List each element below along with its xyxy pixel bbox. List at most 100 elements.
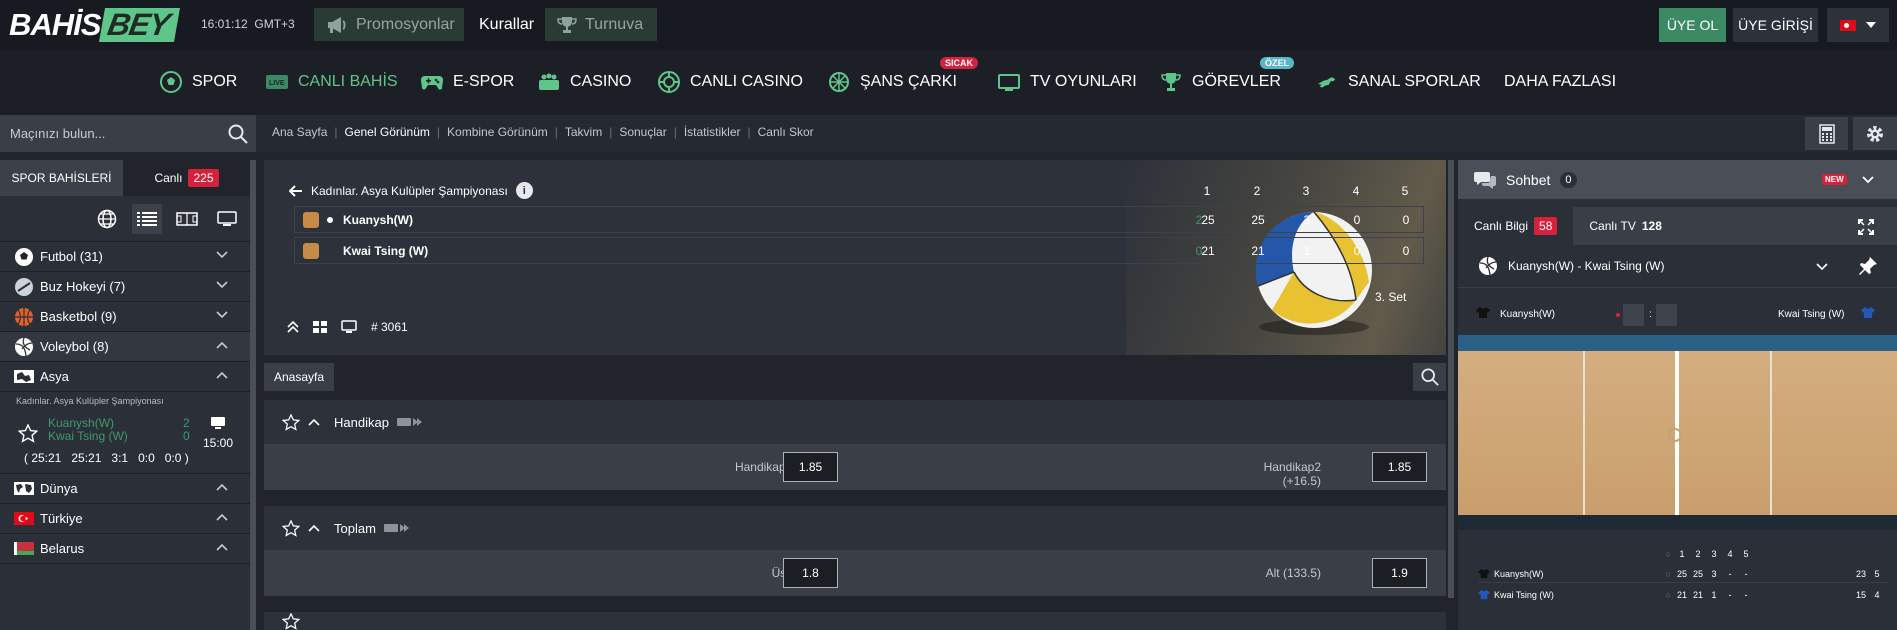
view-field-button[interactable]	[172, 204, 202, 234]
breadcrumb: Ana Sayfa | Genel Görünüm | Kombine Görünü…	[272, 125, 814, 139]
view-globe-button[interactable]	[92, 204, 122, 234]
right-panel: Sohbet 0 NEW Canlı Bilgi 58 Canlı TV 128 K…	[1458, 160, 1897, 630]
region-dunya[interactable]: Dünya	[0, 474, 250, 504]
search-input[interactable]: Maçınızı bulun...	[0, 115, 256, 152]
nav-label: CANLI CASINO	[690, 73, 803, 90]
crumb-canli-skor[interactable]: Canlı Skor	[758, 125, 814, 139]
pin-icon[interactable]	[1858, 256, 1878, 276]
team2-set1: 21	[1201, 243, 1215, 258]
sport-buz-hokeyi[interactable]: Buz Hokeyi (7)	[0, 272, 250, 302]
sport-voleybol[interactable]: Voleybol (8)	[0, 332, 250, 362]
set-header: 4	[1352, 184, 1360, 198]
nav-e-spor[interactable]: E-SPOR	[421, 70, 514, 94]
nav-daha-fazlasi[interactable]: DAHA FAZLASI	[1504, 70, 1616, 94]
sidebar-match[interactable]: Kuanysh(W) Kwai Tsing (W) 2 0 15:00 ( 25…	[0, 412, 250, 474]
center-scrollbar[interactable]	[1448, 160, 1454, 598]
star-icon[interactable]	[18, 424, 38, 443]
tv-icon[interactable]	[210, 416, 226, 430]
new-badge: NEW	[1822, 174, 1847, 185]
view-tv-button[interactable]	[212, 204, 242, 234]
sport-label: Futbol (31)	[40, 249, 103, 264]
double-chevron-up-icon[interactable]	[287, 321, 299, 333]
market-tab-anasayfa[interactable]: Anasayfa	[264, 363, 334, 391]
horse-icon	[1316, 71, 1338, 93]
crumb-ana-sayfa[interactable]: Ana Sayfa	[272, 125, 327, 139]
market-search-button[interactable]	[1413, 363, 1446, 391]
nav-gorevler[interactable]: GÖREVLER ÖZEL	[1160, 57, 1294, 94]
sport-futbol[interactable]: Futbol (31)	[0, 242, 250, 272]
crumb-sonuclar[interactable]: Sonuçlar	[619, 125, 666, 139]
live-match-selector[interactable]: Kuanysh(W) - Kwai Tsing (W)	[1458, 245, 1897, 288]
market-handicap-header[interactable]: Handikap	[264, 400, 1446, 444]
team1-set3: 3	[1303, 212, 1311, 227]
nav-spor[interactable]: SPOR	[160, 70, 237, 94]
chevron-down-icon[interactable]	[1862, 176, 1874, 184]
team2-name: Kwai Tsing (W)	[48, 429, 128, 443]
tab-canli-tv[interactable]: Canlı TV 128	[1573, 207, 1678, 245]
view-list-button[interactable]	[132, 203, 162, 234]
away-score-box	[1656, 304, 1677, 326]
market-handicap-body: Handikap1 (-16.5) 1.85 Handikap2 (+16.5)…	[264, 444, 1446, 490]
market-total-header[interactable]: Toplam	[264, 506, 1446, 550]
chevron-down-icon	[216, 311, 228, 319]
fullscreen-icon[interactable]	[1858, 219, 1874, 235]
nav-canli-casino[interactable]: CANLI CASINO	[658, 70, 803, 94]
back-arrow-icon[interactable]	[289, 184, 303, 197]
chevron-down-icon	[216, 281, 228, 289]
star-icon[interactable]	[282, 519, 300, 537]
tab-canli-bilgi[interactable]: Canlı Bilgi 58	[1458, 207, 1574, 245]
sport-basketbol[interactable]: Basketbol (9)	[0, 302, 250, 332]
register-button[interactable]: ÜYE OL	[1659, 8, 1726, 42]
nav-canli-bahis[interactable]: LIVE CANLI BAHİS	[266, 70, 398, 94]
calculator-button[interactable]	[1805, 117, 1848, 150]
event-hero: Kadınlar. Asya Kulüpler Şampiyonası i 1 …	[264, 160, 1446, 355]
chevron-up-icon[interactable]	[308, 418, 320, 426]
odd-button[interactable]: 1.85	[783, 452, 838, 482]
crumb-genel-gorunum[interactable]: Genel Görünüm	[345, 125, 430, 139]
odd-button[interactable]: 1.9	[1372, 558, 1427, 588]
sport-label: Buz Hokeyi (7)	[40, 279, 126, 294]
tv-icon[interactable]	[341, 320, 357, 334]
odd-button[interactable]: 1.85	[1372, 452, 1427, 482]
site-logo[interactable]: BAHİS BEY	[9, 7, 181, 42]
tv-count: 128	[1641, 219, 1662, 233]
wheel-icon	[828, 71, 850, 93]
away-shirt-icon	[1478, 590, 1490, 600]
star-icon[interactable]	[282, 612, 300, 630]
market-next-header[interactable]	[264, 612, 1446, 630]
chat-header[interactable]: Sohbet 0 NEW	[1458, 160, 1897, 199]
nav-tv-oyunlari[interactable]: TV OYUNLARI	[998, 70, 1137, 94]
tournament-button[interactable]: Turnuva	[545, 8, 657, 41]
nav-sans-carki[interactable]: ŞANS ÇARKI SICAK	[828, 57, 979, 94]
star-icon[interactable]	[282, 413, 300, 431]
team2-set5: 0	[1402, 243, 1410, 258]
odd-button[interactable]: 1.8	[783, 558, 838, 588]
login-button[interactable]: ÜYE GİRİŞİ	[1733, 8, 1818, 42]
tab-spor-bahisleri[interactable]: SPOR BAHİSLERİ	[0, 160, 123, 196]
nav-sanal-sporlar[interactable]: SANAL SPORLAR	[1316, 70, 1481, 94]
home-shirt-icon	[1478, 568, 1490, 578]
chevron-up-icon[interactable]	[308, 524, 320, 532]
settings-button[interactable]	[1853, 117, 1897, 150]
chevron-down-icon[interactable]	[1816, 263, 1828, 271]
search-icon[interactable]	[228, 124, 248, 144]
language-select[interactable]	[1827, 8, 1889, 42]
tab-canli[interactable]: Canlı 225	[123, 160, 250, 196]
info-icon[interactable]: i	[515, 182, 533, 199]
crumb-istatistikler[interactable]: İstatistikler	[684, 125, 741, 139]
home-team: Kuanysh(W)	[1500, 309, 1556, 320]
region-turkiye[interactable]: Türkiye	[0, 504, 250, 534]
crumb-takvim[interactable]: Takvim	[565, 125, 602, 139]
odd-label: Alt (133.5)	[1265, 566, 1321, 580]
sidebar-scrollbar[interactable]	[250, 160, 256, 630]
rules-link[interactable]: Kurallar	[479, 16, 534, 34]
chevron-up-icon	[216, 371, 228, 379]
promotions-button[interactable]: Promosyonlar	[314, 8, 464, 41]
crumb-kombine-gorunum[interactable]: Kombine Görünüm	[447, 125, 548, 139]
world-flag-icon	[14, 482, 34, 495]
region-belarus[interactable]: Belarus	[0, 534, 250, 564]
nav-casino[interactable]: CASINO	[538, 70, 631, 94]
sport-label: Voleybol (8)	[40, 339, 109, 354]
layout-icon[interactable]	[313, 321, 327, 333]
region-asya[interactable]: Asya	[0, 362, 250, 392]
